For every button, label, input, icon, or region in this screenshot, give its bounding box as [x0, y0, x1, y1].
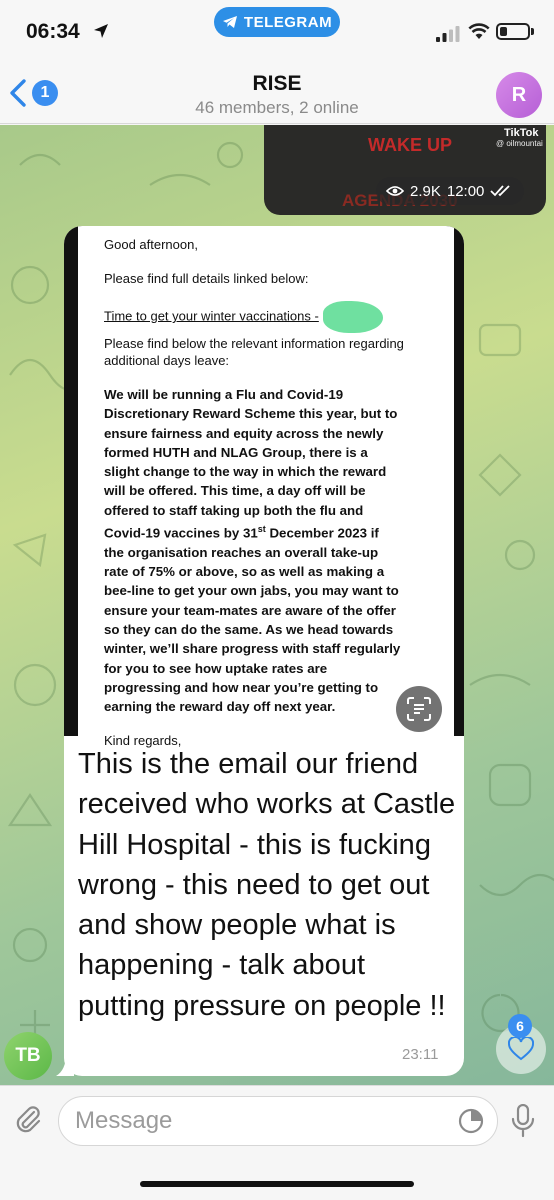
- chat-title[interactable]: RISE: [0, 72, 554, 96]
- message-time: 23:11: [402, 1046, 439, 1063]
- email-line: Please find full details linked below:: [104, 271, 309, 286]
- email-body-line: ensure fairness and equity across the ne…: [104, 425, 384, 441]
- read-checkmarks-icon: [490, 185, 511, 197]
- message-text: This is the email our friend received wh…: [78, 748, 456, 1022]
- redaction-mark: [322, 301, 383, 333]
- sticker-icon[interactable]: [458, 1108, 484, 1134]
- email-body-line: rate of 75% or above, so as well as maki…: [104, 564, 385, 580]
- email-screenshot-image[interactable]: Good afternoon, Please find full details…: [64, 226, 464, 748]
- cellular-signal-icon: [436, 26, 460, 42]
- return-app-label: TELEGRAM: [243, 13, 333, 31]
- message-input-bar: [0, 1085, 554, 1200]
- email-body-line: bee-line to get your own jabs, you may w…: [104, 583, 399, 599]
- email-page: Good afternoon, Please find full details…: [78, 226, 454, 748]
- email-body-line: the organisation reaches an overall take…: [104, 544, 379, 560]
- email-body-line: progressing and how near you’re getting …: [104, 679, 379, 695]
- group-avatar[interactable]: R: [496, 72, 542, 118]
- video-overlay-text: WAKE UP: [368, 135, 453, 155]
- wifi-icon: [468, 23, 490, 39]
- email-body-line: for you to see how uptake rates are: [104, 660, 328, 676]
- email-body-line: formed HUTH and NLAG Group, there is a: [104, 444, 368, 460]
- microphone-icon[interactable]: [510, 1104, 536, 1138]
- chat-header: 1 RISE 46 members, 2 online R: [0, 62, 554, 124]
- email-greeting: Good afternoon,: [104, 237, 198, 252]
- email-body-line: Discretionary Reward Scheme this year, b…: [104, 406, 398, 422]
- email-body-line: so they can do the same. As we head towa…: [104, 621, 394, 637]
- email-body-line: Covid-19 vaccines by 31st December 2023 …: [104, 524, 379, 541]
- email-body-line: We will be running a Flu and Covid-19: [104, 387, 344, 402]
- email-body-line: slight change to the way in which the re…: [104, 464, 387, 480]
- status-time: 06:34: [26, 20, 80, 43]
- video-meta-badge: 2.9K 12:00: [376, 177, 525, 205]
- email-body-line: offered to staff taking up both the flu …: [104, 502, 364, 518]
- tiktok-handle: @ oilmountai: [496, 139, 543, 148]
- eye-icon: [386, 186, 404, 196]
- live-text-button[interactable]: [396, 686, 442, 732]
- message-bubble[interactable]: Good afternoon, Please find full details…: [64, 226, 464, 1076]
- video-message-preview[interactable]: WAKE UP AGENDA 2030 TikTok @ oilmountai …: [264, 125, 546, 215]
- message-input[interactable]: [58, 1096, 498, 1146]
- attachment-paperclip-icon[interactable]: [12, 1104, 44, 1136]
- battery-icon: [496, 23, 530, 40]
- home-indicator: [140, 1181, 414, 1187]
- view-count: 2.9K: [410, 182, 441, 200]
- text-scan-icon: [407, 697, 431, 721]
- email-line: Please find below the relevant informati…: [104, 336, 404, 368]
- email-link: Time to get your winter vaccinations -: [104, 308, 319, 324]
- tiktok-watermark: TikTok: [504, 127, 539, 139]
- chat-subtitle: 46 members, 2 online: [195, 98, 359, 117]
- heart-icon: [508, 1037, 534, 1061]
- return-to-app-pill[interactable]: TELEGRAM: [214, 7, 340, 37]
- reaction-count-badge: 6: [508, 1014, 532, 1038]
- sender-avatar[interactable]: TB: [4, 1032, 52, 1080]
- status-bar: 06:34 TELEGRAM: [0, 0, 554, 62]
- telegram-plane-icon: [222, 16, 237, 28]
- video-time: 12:00: [446, 182, 485, 200]
- email-body-line: ensure your team-mates are aware of the …: [104, 602, 396, 618]
- location-arrow-icon: [94, 24, 108, 38]
- email-body-line: will be offered. This time, a day off wi…: [104, 483, 366, 499]
- email-body-line: winter, we’ll share progress with staff …: [104, 641, 401, 657]
- email-body-line: earning the reward day off next year.: [104, 699, 336, 715]
